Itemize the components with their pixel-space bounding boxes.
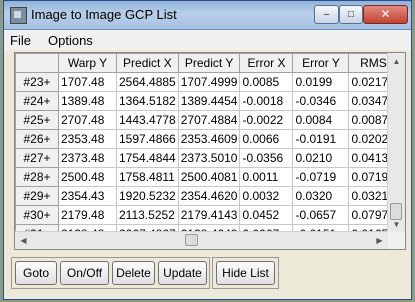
- table-row[interactable]: #25+ 2707.48 1443.4778 2707.4884 -0.0022 0.00…: [15, 110, 399, 130]
- table-cell[interactable]: 2707.48: [58, 110, 117, 130]
- scroll-right-icon[interactable]: ▶: [371, 232, 388, 249]
- table-cell[interactable]: 1389.4454: [177, 91, 241, 111]
- row-header-cell[interactable]: #27+: [15, 148, 59, 168]
- table-cell[interactable]: 1707.4999: [177, 72, 241, 92]
- table-cell[interactable]: -0.0346: [292, 91, 350, 111]
- table-cell[interactable]: -0.0657: [292, 205, 350, 225]
- row-header-cell[interactable]: #23+: [15, 72, 59, 92]
- col-header-error-x[interactable]: Error X: [239, 53, 294, 73]
- maximize-button[interactable]: □: [339, 5, 363, 24]
- col-header-predict-y[interactable]: Predict Y: [177, 53, 241, 73]
- scroll-down-icon[interactable]: ▼: [388, 216, 405, 233]
- hide-list-button[interactable]: Hide List: [216, 261, 275, 285]
- table-row[interactable]: #26+ 2353.48 1597.4866 2353.4609 0.0066 -0.01…: [15, 129, 399, 149]
- table-cell[interactable]: 0.0210: [292, 148, 350, 168]
- table-cell[interactable]: 0.0452: [239, 205, 294, 225]
- vertical-scrollbar[interactable]: ▲ ▼: [387, 53, 405, 233]
- table-cell[interactable]: 2500.4081: [177, 167, 241, 187]
- table-cell[interactable]: 0.0199: [292, 72, 350, 92]
- table-cell[interactable]: 2500.48: [58, 167, 117, 187]
- table-cell[interactable]: -0.0018: [239, 91, 294, 111]
- table-cell[interactable]: 2113.5252: [116, 205, 179, 225]
- scroll-up-icon[interactable]: ▲: [388, 53, 405, 70]
- row-header-cell[interactable]: #28+: [15, 167, 59, 187]
- row-header-cell[interactable]: #26+: [15, 129, 59, 149]
- col-header-error-y[interactable]: Error Y: [292, 53, 350, 73]
- table-cell[interactable]: 2373.5010: [177, 148, 241, 168]
- scroll-left-icon[interactable]: ◀: [15, 232, 32, 249]
- table-cell[interactable]: 1754.4844: [116, 148, 179, 168]
- table-cell[interactable]: -0.0719: [292, 167, 350, 187]
- table-cell[interactable]: -0.0356: [239, 148, 294, 168]
- table-cell[interactable]: 1389.48: [58, 91, 117, 111]
- table-row[interactable]: #29+ 2354.43 1920.5232 2354.4620 0.0032 0.032…: [15, 186, 399, 206]
- table-cell[interactable]: 2564.4885: [116, 72, 179, 92]
- row-header-cell[interactable]: #29+: [15, 186, 59, 206]
- table-cell[interactable]: 1364.5182: [116, 91, 179, 111]
- horizontal-scrollbar[interactable]: ◀ ▶: [15, 231, 388, 249]
- table-cell[interactable]: 2353.48: [58, 129, 117, 149]
- menu-bar: File Options: [4, 30, 411, 50]
- table-cell[interactable]: 2179.4143: [177, 205, 241, 225]
- scroll-corner: [388, 232, 405, 249]
- table-cell[interactable]: 2354.4620: [177, 186, 241, 206]
- table-row[interactable]: #24+ 1389.48 1364.5182 1389.4454 -0.0018 -0.0…: [15, 91, 399, 111]
- row-header-cell[interactable]: #30+: [15, 205, 59, 225]
- col-header-corner: [15, 53, 59, 73]
- goto-button[interactable]: Goto: [15, 261, 57, 285]
- table-cell[interactable]: 1758.4811: [116, 167, 179, 187]
- table-cell[interactable]: 2707.4884: [177, 110, 241, 130]
- on-off-button[interactable]: On/Off: [60, 261, 109, 285]
- update-button[interactable]: Update: [158, 261, 207, 285]
- table-cell[interactable]: 0.0085: [239, 72, 294, 92]
- row-header-cell[interactable]: #25+: [15, 110, 59, 130]
- horizontal-scroll-thumb[interactable]: [185, 234, 198, 246]
- delete-button[interactable]: Delete: [112, 261, 155, 285]
- table-row[interactable]: #27+ 2373.48 1754.4844 2373.5010 -0.0356 0.02…: [15, 148, 399, 168]
- table-cell[interactable]: 2373.48: [58, 148, 117, 168]
- window-title: Image to Image GCP List: [31, 7, 177, 22]
- table-cell[interactable]: 2353.4609: [177, 129, 241, 149]
- table-cell[interactable]: 0.0032: [239, 186, 294, 206]
- table-row[interactable]: #28+ 2500.48 1758.4811 2500.4081 0.0011 -0.07…: [15, 167, 399, 187]
- table-row[interactable]: #23+ 1707.48 2564.4885 1707.4999 0.0085 0.019…: [15, 72, 399, 92]
- table-cell[interactable]: 0.0084: [292, 110, 350, 130]
- table-cell[interactable]: 1443.4778: [116, 110, 179, 130]
- table-cell[interactable]: -0.0191: [292, 129, 350, 149]
- table-cell[interactable]: 0.0011: [239, 167, 294, 187]
- close-button[interactable]: ✕: [363, 5, 408, 24]
- row-header-cell[interactable]: #24+: [15, 91, 59, 111]
- minimize-button[interactable]: –: [314, 5, 339, 24]
- title-bar[interactable]: Image to Image GCP List – □ ✕: [4, 1, 411, 30]
- col-header-warp-y[interactable]: Warp Y: [58, 53, 117, 73]
- gcp-table-panel: Warp Y Predict X Predict Y Error X Error…: [14, 52, 406, 250]
- table-cell[interactable]: 0.0320: [292, 186, 350, 206]
- table-cell[interactable]: 0.0066: [239, 129, 294, 149]
- table-header-row: Warp Y Predict X Predict Y Error X Error…: [15, 53, 399, 73]
- menu-file[interactable]: File: [10, 33, 31, 48]
- app-icon: [10, 7, 27, 24]
- menu-options[interactable]: Options: [48, 33, 93, 48]
- col-header-predict-x[interactable]: Predict X: [116, 53, 179, 73]
- table-cell[interactable]: 1597.4866: [116, 129, 179, 149]
- gcp-list-window: Image to Image GCP List – □ ✕ File Optio…: [3, 0, 412, 300]
- table-cell[interactable]: -0.0022: [239, 110, 294, 130]
- table-cell[interactable]: 2179.48: [58, 205, 117, 225]
- table-cell[interactable]: 1920.5232: [116, 186, 179, 206]
- table-row[interactable]: #30+ 2179.48 2113.5252 2179.4143 0.0452 -0.06…: [15, 205, 399, 225]
- table-cell[interactable]: 1707.48: [58, 72, 117, 92]
- gcp-table: Warp Y Predict X Predict Y Error X Error…: [15, 53, 399, 244]
- table-cell[interactable]: 2354.43: [58, 186, 117, 206]
